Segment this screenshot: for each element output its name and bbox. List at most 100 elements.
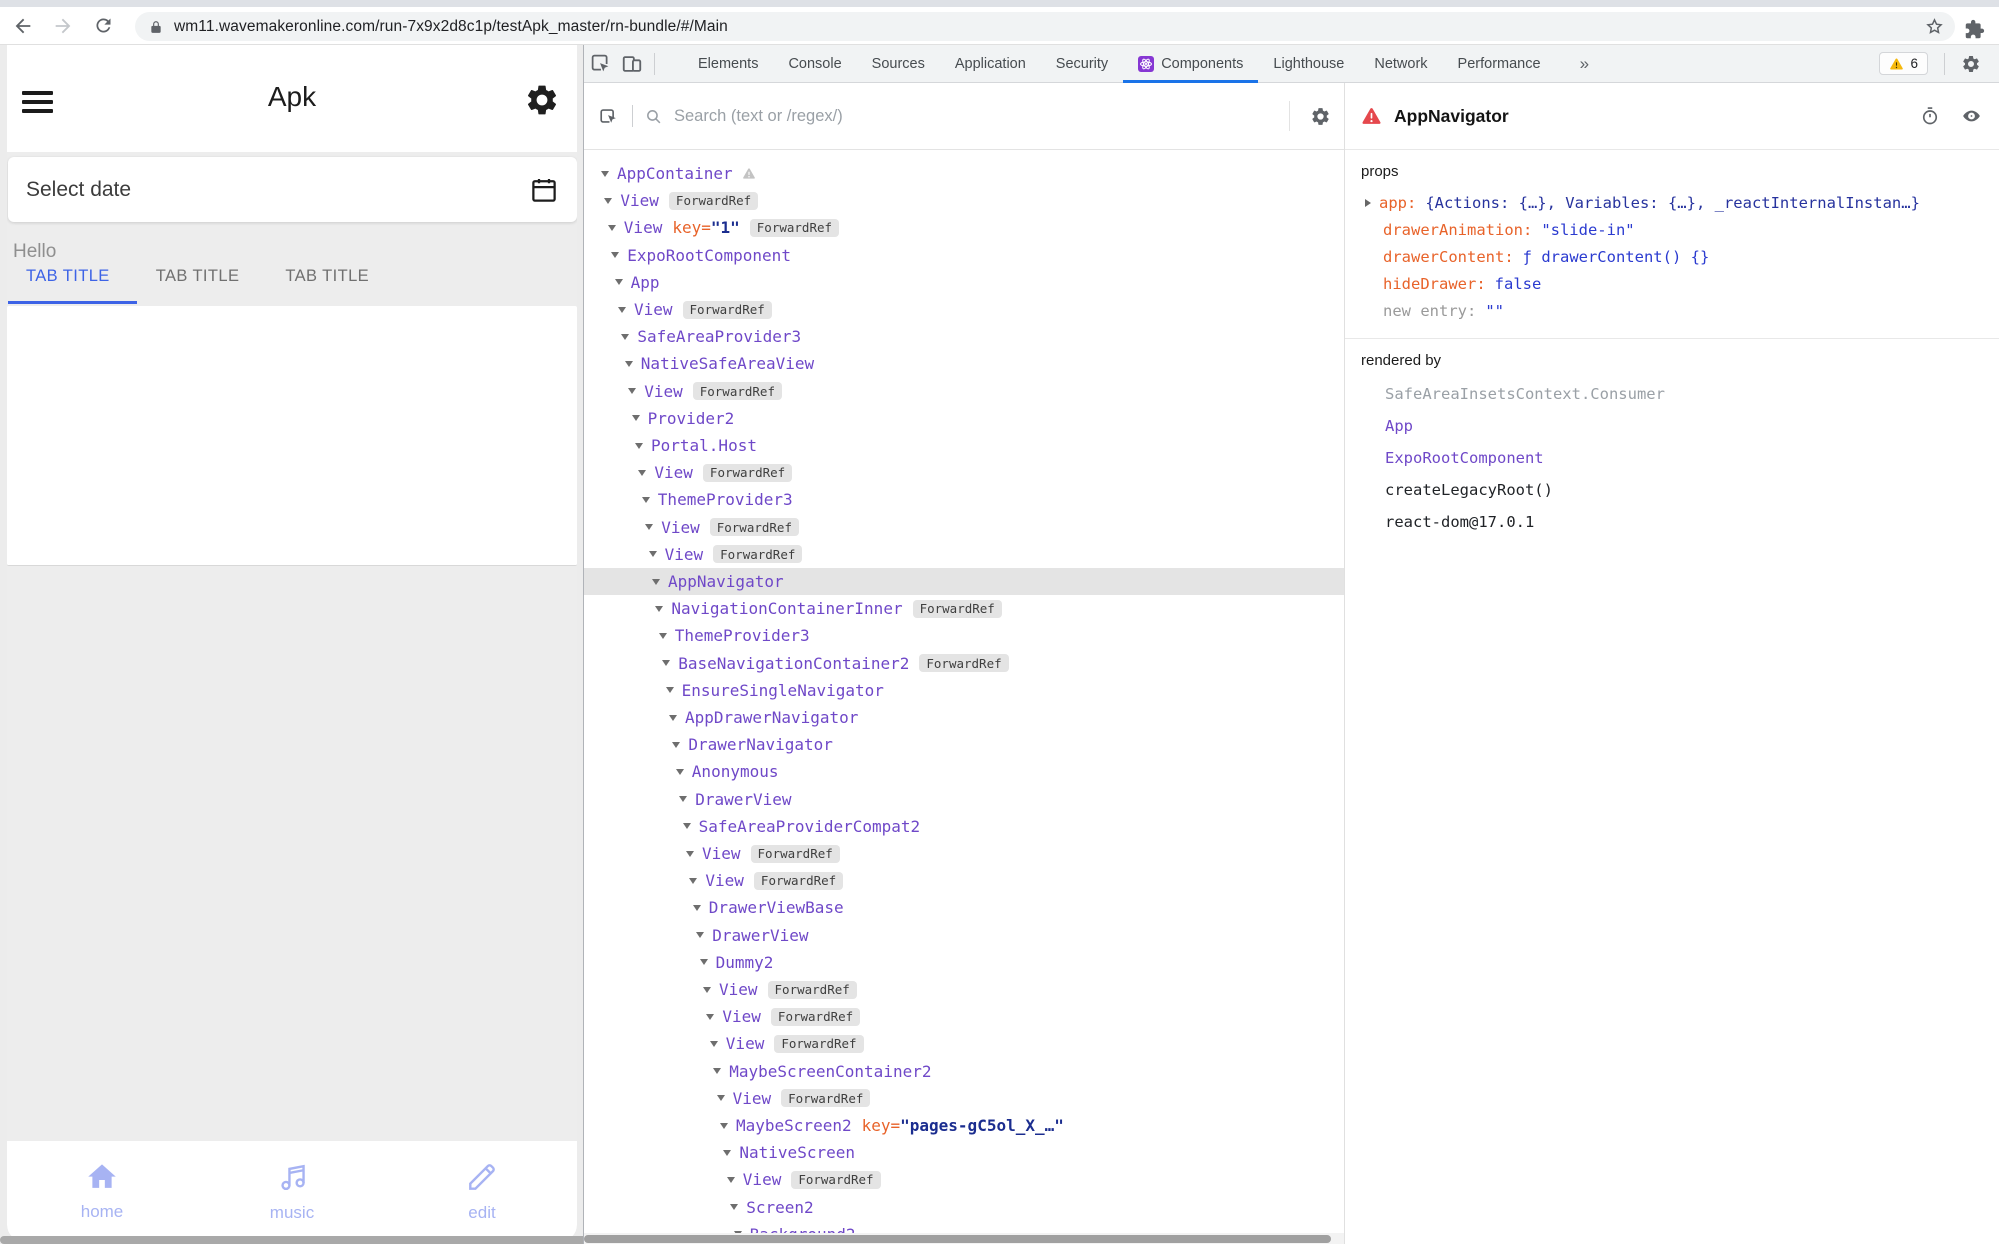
expand-arrow-icon[interactable] bbox=[611, 252, 619, 258]
expand-arrow-icon[interactable] bbox=[720, 1123, 728, 1129]
tree-row-appdrawernavigator[interactable]: AppDrawerNavigator bbox=[584, 704, 1344, 731]
expand-arrow-icon[interactable] bbox=[679, 796, 687, 802]
app-tab-2[interactable]: TAB TITLE bbox=[156, 267, 240, 286]
expand-arrow-icon[interactable] bbox=[632, 415, 640, 421]
tree-row-portal.host[interactable]: Portal.Host bbox=[584, 432, 1344, 459]
app-tab-3[interactable]: TAB TITLE bbox=[285, 267, 369, 286]
expand-arrow-icon[interactable] bbox=[693, 905, 701, 911]
tree-row-view[interactable]: ViewForwardRef bbox=[584, 514, 1344, 541]
prop-row-drawerContent[interactable]: drawerContent:ƒ drawerContent() {} bbox=[1361, 243, 1983, 270]
tree-row-view[interactable]: ViewForwardRef bbox=[584, 1030, 1344, 1057]
expand-arrow-icon[interactable] bbox=[645, 524, 653, 530]
expand-arrow-icon[interactable] bbox=[730, 1204, 738, 1210]
expand-arrow-icon[interactable] bbox=[655, 606, 663, 612]
prop-row-drawerAnimation[interactable]: drawerAnimation:"slide-in" bbox=[1361, 216, 1983, 243]
tree-row-maybescreencontainer2[interactable]: MaybeScreenContainer2 bbox=[584, 1058, 1344, 1085]
tree-row-exporootcomponent[interactable]: ExpoRootComponent bbox=[584, 242, 1344, 269]
expand-arrow-icon[interactable] bbox=[642, 497, 650, 503]
expand-arrow-icon[interactable] bbox=[659, 633, 667, 639]
expand-arrow-icon[interactable] bbox=[621, 334, 629, 340]
tree-settings-gear-icon[interactable] bbox=[1304, 100, 1336, 132]
expand-arrow-icon[interactable] bbox=[615, 279, 623, 285]
tree-row-view[interactable]: Viewkey="1"ForwardRef bbox=[584, 214, 1344, 241]
prop-row-new-entry[interactable]: new entry:"" bbox=[1361, 297, 1983, 324]
expand-arrow-icon[interactable] bbox=[604, 198, 612, 204]
tree-row-themeprovider3[interactable]: ThemeProvider3 bbox=[584, 486, 1344, 513]
devtools-tab-application[interactable]: Application bbox=[940, 45, 1041, 82]
tree-row-drawernavigator[interactable]: DrawerNavigator bbox=[584, 731, 1344, 758]
select-element-icon[interactable] bbox=[598, 105, 620, 127]
extensions-puzzle-icon[interactable] bbox=[1964, 19, 1985, 40]
tree-row-provider2[interactable]: Provider2 bbox=[584, 405, 1344, 432]
expand-arrow-icon[interactable] bbox=[1365, 199, 1371, 207]
expand-arrow-icon[interactable] bbox=[723, 1150, 731, 1156]
expand-arrow-icon[interactable] bbox=[727, 1177, 735, 1183]
tree-row-safeareaprovidercompat2[interactable]: SafeAreaProviderCompat2 bbox=[584, 813, 1344, 840]
expand-arrow-icon[interactable] bbox=[649, 551, 657, 557]
tree-row-safeareaprovider3[interactable]: SafeAreaProvider3 bbox=[584, 323, 1344, 350]
devtools-tab-sources[interactable]: Sources bbox=[857, 45, 940, 82]
device-toolbar-icon[interactable] bbox=[616, 48, 648, 80]
inspect-element-icon[interactable] bbox=[584, 48, 616, 80]
devtools-settings-gear-icon[interactable] bbox=[1955, 48, 1987, 80]
expand-arrow-icon[interactable] bbox=[608, 225, 616, 231]
expand-arrow-icon[interactable] bbox=[628, 388, 636, 394]
expand-arrow-icon[interactable] bbox=[662, 660, 670, 666]
expand-arrow-icon[interactable] bbox=[706, 1014, 714, 1020]
tree-row-view[interactable]: ViewForwardRef bbox=[584, 459, 1344, 486]
tree-row-drawerviewbase[interactable]: DrawerViewBase bbox=[584, 894, 1344, 921]
forward-button[interactable] bbox=[46, 9, 80, 43]
tree-row-view[interactable]: ViewForwardRef bbox=[584, 1166, 1344, 1193]
expand-arrow-icon[interactable] bbox=[672, 742, 680, 748]
tree-row-view[interactable]: ViewForwardRef bbox=[584, 541, 1344, 568]
bookmark-star-icon[interactable] bbox=[1924, 16, 1945, 37]
tree-row-view[interactable]: ViewForwardRef bbox=[584, 840, 1344, 867]
rendered-by-item[interactable]: App bbox=[1361, 410, 1983, 442]
expand-arrow-icon[interactable] bbox=[686, 851, 694, 857]
tree-row-dummy2[interactable]: Dummy2 bbox=[584, 949, 1344, 976]
tree-row-navigationcontainerinner[interactable]: NavigationContainerInnerForwardRef bbox=[584, 595, 1344, 622]
calendar-icon[interactable] bbox=[529, 175, 559, 205]
tree-scrollbar-thumb[interactable] bbox=[584, 1235, 1331, 1243]
tree-row-basenavigationcontainer2[interactable]: BaseNavigationContainer2ForwardRef bbox=[584, 650, 1344, 677]
expand-arrow-icon[interactable] bbox=[638, 470, 646, 476]
back-button[interactable] bbox=[6, 9, 40, 43]
expand-arrow-icon[interactable] bbox=[683, 823, 691, 829]
tree-row-view[interactable]: ViewForwardRef bbox=[584, 1003, 1344, 1030]
app-settings-gear-icon[interactable] bbox=[524, 82, 560, 118]
tree-row-nativescreen[interactable]: NativeScreen bbox=[584, 1139, 1344, 1166]
devtools-tab-lighthouse[interactable]: Lighthouse bbox=[1258, 45, 1359, 82]
more-tabs-chevron[interactable]: » bbox=[1572, 54, 1597, 74]
warnings-badge[interactable]: 6 bbox=[1879, 52, 1928, 75]
devtools-tab-network[interactable]: Network bbox=[1359, 45, 1442, 82]
expand-arrow-icon[interactable] bbox=[618, 307, 626, 313]
tree-row-view[interactable]: ViewForwardRef bbox=[584, 1085, 1344, 1112]
expand-arrow-icon[interactable] bbox=[703, 987, 711, 993]
url-bar[interactable]: wm11.wavemakeronline.com/run-7x9x2d8c1p/… bbox=[135, 12, 1955, 41]
tree-row-view[interactable]: ViewForwardRef bbox=[584, 378, 1344, 405]
devtools-tab-security[interactable]: Security bbox=[1041, 45, 1123, 82]
tree-row-themeprovider3[interactable]: ThemeProvider3 bbox=[584, 622, 1344, 649]
app-tab-1[interactable]: TAB TITLE bbox=[26, 267, 110, 286]
expand-arrow-icon[interactable] bbox=[710, 1041, 718, 1047]
tree-row-view[interactable]: ViewForwardRef bbox=[584, 867, 1344, 894]
nav-item-edit[interactable]: edit bbox=[387, 1141, 577, 1241]
expand-arrow-icon[interactable] bbox=[717, 1095, 725, 1101]
expand-arrow-icon[interactable] bbox=[625, 361, 633, 367]
devtools-tab-console[interactable]: Console bbox=[773, 45, 856, 82]
expand-arrow-icon[interactable] bbox=[635, 443, 643, 449]
tree-row-screen2[interactable]: Screen2 bbox=[584, 1194, 1344, 1221]
reload-button[interactable] bbox=[86, 9, 120, 43]
tree-row-drawerview[interactable]: DrawerView bbox=[584, 786, 1344, 813]
prop-value[interactable]: "" bbox=[1485, 302, 1504, 320]
tree-row-appcontainer[interactable]: AppContainer bbox=[584, 160, 1344, 187]
expand-arrow-icon[interactable] bbox=[669, 715, 677, 721]
tree-row-app[interactable]: App bbox=[584, 269, 1344, 296]
expand-arrow-icon[interactable] bbox=[689, 878, 697, 884]
tree-row-drawerview[interactable]: DrawerView bbox=[584, 922, 1344, 949]
expand-arrow-icon[interactable] bbox=[713, 1068, 721, 1074]
prop-row-hideDrawer[interactable]: hideDrawer:false bbox=[1361, 270, 1983, 297]
expand-arrow-icon[interactable] bbox=[666, 687, 674, 693]
prop-row-app[interactable]: app:{Actions: {…}, Variables: {…}, _reac… bbox=[1361, 189, 1983, 216]
tree-row-nativesafeareaview[interactable]: NativeSafeAreaView bbox=[584, 350, 1344, 377]
